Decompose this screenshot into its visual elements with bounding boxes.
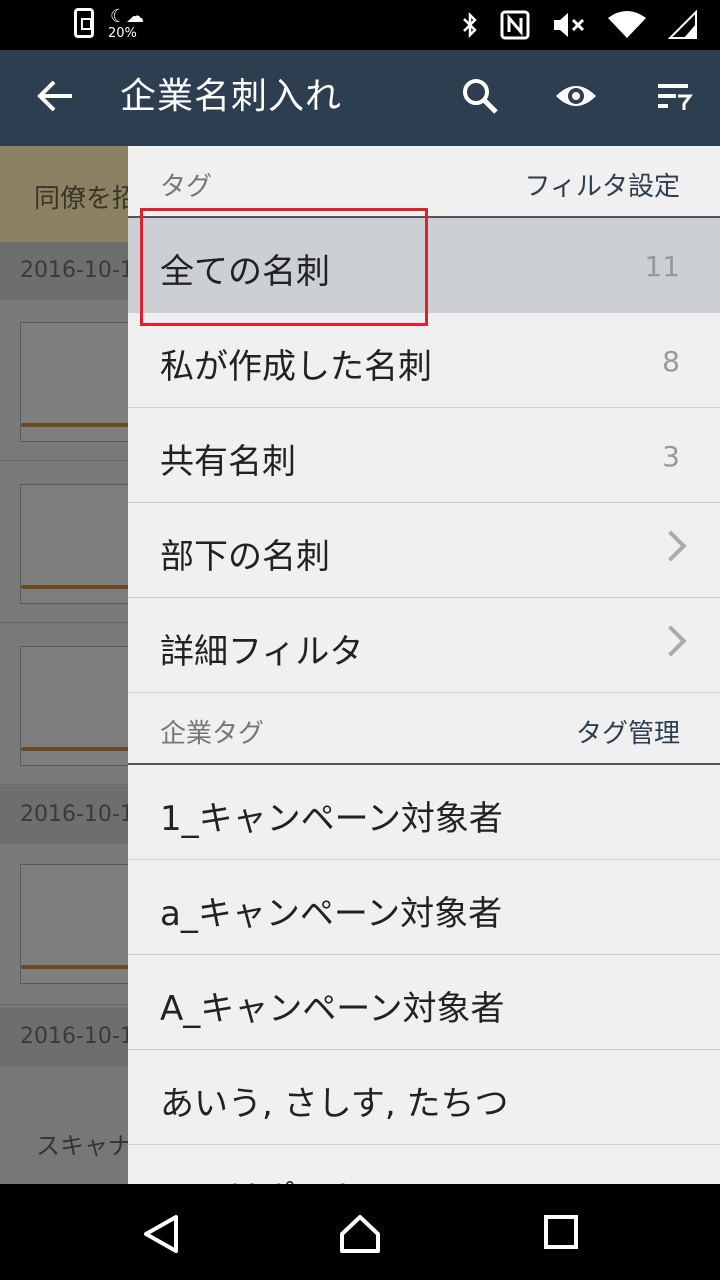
back-arrow-icon[interactable] [36, 76, 76, 116]
bluetooth-icon [462, 11, 478, 46]
company-tag-section-label: 企業タグ [160, 719, 265, 749]
drawer-item-label: 共有名刺 [160, 442, 296, 482]
app-bar: 企業名刺入れ [0, 50, 720, 146]
drawer-item-count: 8 [662, 345, 680, 378]
highlight-box [140, 208, 428, 326]
tag-management-link[interactable]: タグ管理 [576, 713, 680, 750]
drawer-item-count: 3 [662, 440, 680, 473]
chevron-right-icon [655, 625, 687, 657]
status-left: ☾☁ 20% [74, 8, 148, 44]
drawer-item-advanced-filter[interactable]: 詳細フィルタ [128, 598, 720, 693]
phone-icon [74, 8, 94, 38]
signal-icon [667, 9, 698, 47]
company-tag-label: a_キャンペーン対象者 [160, 894, 503, 934]
mute-icon [552, 10, 586, 47]
filter-drawer: タグ フィルタ設定 全ての名刺 11 私が作成した名刺 8 共有名刺 3 部下の… [128, 146, 720, 1184]
company-tag-item[interactable]: 1_キャンペーン対象者 [128, 765, 720, 860]
invite-banner-text: 同僚を招 [34, 184, 139, 214]
drawer-item-label: 私が作成した名刺 [160, 347, 432, 387]
company-tag-item[interactable]: A_キャンペーン対象者 [128, 955, 720, 1050]
company-tag-section-header: 企業タグ タグ管理 [128, 693, 720, 765]
home-icon[interactable] [338, 1214, 382, 1258]
weather-percent: 20% [108, 26, 137, 41]
drawer-item-my-cards[interactable]: 私が作成した名刺 8 [128, 313, 720, 408]
company-tag-item[interactable]: あいう, さしす, たちつ [128, 1050, 720, 1145]
eye-icon[interactable] [554, 76, 598, 120]
app-title: 企業名刺入れ [120, 76, 343, 117]
company-tag-item[interactable]: いろはポート [128, 1145, 720, 1184]
drawer-item-label: 部下の名刺 [160, 537, 330, 577]
status-right [462, 9, 698, 47]
system-nav-bar [0, 1184, 720, 1280]
company-tag-label: あいう, さしす, たちつ [160, 1084, 509, 1124]
company-tag-item[interactable]: a_キャンペーン対象者 [128, 860, 720, 955]
scanner-label: スキャナ [36, 1132, 132, 1160]
nfc-icon [500, 10, 530, 47]
moon-cloud-icon: ☾☁ 20% [108, 6, 145, 42]
sort-filter-icon[interactable] [654, 76, 698, 120]
company-tag-label: いろはポート [160, 1171, 364, 1184]
drawer-item-count: 11 [644, 250, 680, 283]
wifi-icon [608, 10, 646, 47]
drawer-item-shared-cards[interactable]: 共有名刺 3 [128, 408, 720, 503]
company-tag-label: 1_キャンペーン対象者 [160, 799, 503, 839]
status-bar: ☾☁ 20% [0, 0, 720, 50]
filter-settings-link[interactable]: フィルタ設定 [525, 166, 680, 203]
recents-icon[interactable] [543, 1214, 579, 1254]
drawer-item-label: 詳細フィルタ [160, 632, 364, 672]
drawer-item-subordinate-cards[interactable]: 部下の名刺 [128, 503, 720, 598]
company-tag-label: A_キャンペーン対象者 [160, 989, 505, 1029]
chevron-right-icon [655, 530, 687, 562]
back-triangle-icon[interactable] [142, 1214, 180, 1258]
tag-section-label: タグ [160, 172, 213, 202]
search-icon[interactable] [460, 76, 504, 120]
